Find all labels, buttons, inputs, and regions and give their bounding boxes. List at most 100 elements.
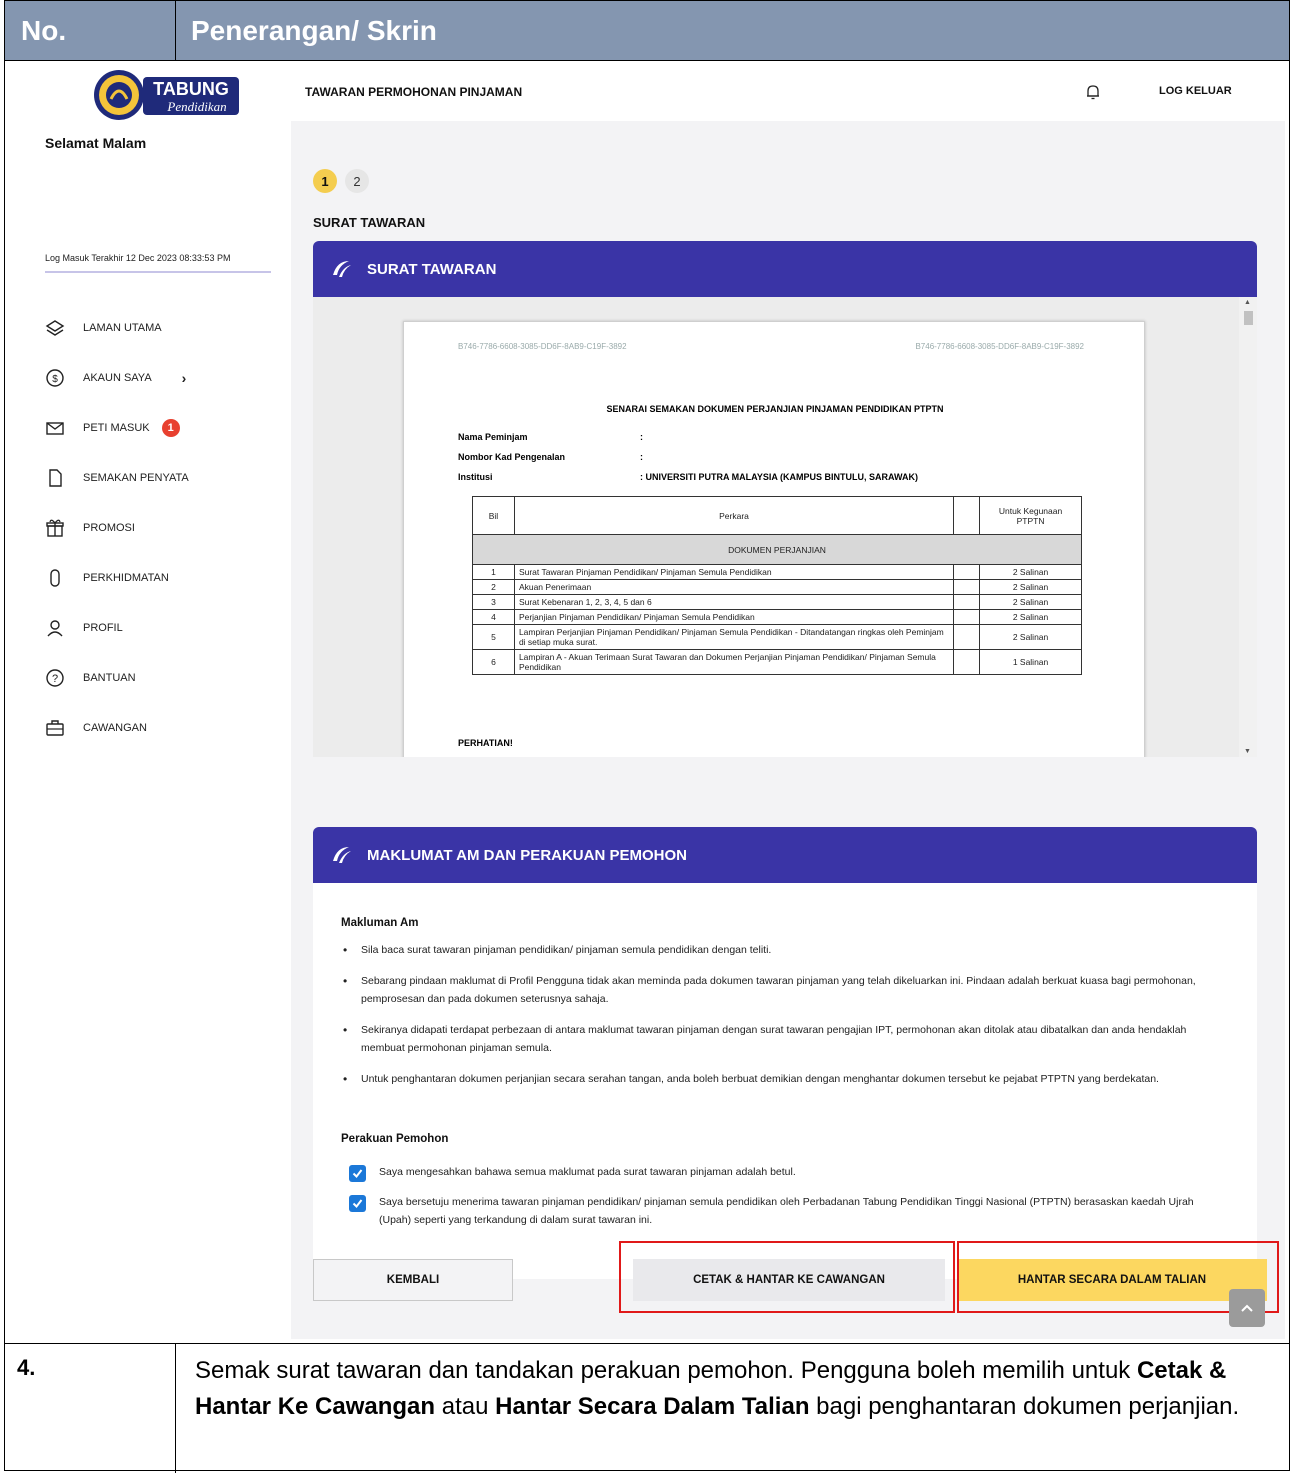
step-1[interactable]: 1 bbox=[313, 169, 337, 193]
card-title: MAKLUMAT AM DAN PERAKUAN PEMOHON bbox=[367, 846, 687, 864]
step-2[interactable]: 2 bbox=[345, 169, 369, 193]
letter-field: Institusi: UNIVERSITI PUTRA MALAYSIA (KA… bbox=[458, 472, 919, 482]
letter-code-left: B746-7786-6608-3085-DD6F-8AB9-C19F-3892 bbox=[458, 342, 627, 351]
document-header-row: No. Penerangan/ Skrin bbox=[5, 1, 1289, 61]
makluman-list: Sila baca surat tawaran pinjaman pendidi… bbox=[341, 941, 1221, 1101]
sidebar-item-akaun-saya[interactable]: $ AKAUN SAYA › bbox=[45, 353, 285, 403]
sidebar-item-promosi[interactable]: PROMOSI bbox=[45, 503, 285, 553]
section-label: SURAT TAWARAN bbox=[313, 215, 426, 230]
highlight-box-print bbox=[619, 1241, 955, 1313]
perakuan-check-1: Saya mengesahkan bahawa semua maklumat p… bbox=[349, 1163, 1219, 1182]
inbox-count-badge: 1 bbox=[161, 419, 180, 437]
sidebar-divider bbox=[45, 271, 271, 273]
header-no: No. bbox=[21, 15, 67, 46]
user-icon bbox=[45, 618, 65, 638]
sidebar-item-profil[interactable]: PROFIL bbox=[45, 603, 285, 653]
makluman-heading: Makluman Am bbox=[341, 917, 419, 929]
viewer-scrollbar[interactable]: ▲ ▼ bbox=[1239, 297, 1257, 757]
table-row: 3 Surat Kebenaran 1, 2, 3, 4, 5 dan 62 Sa… bbox=[472, 594, 1082, 610]
list-item: Sila baca surat tawaran pinjaman pendidi… bbox=[341, 941, 1221, 959]
check-label: Saya mengesahkan bahawa semua maklumat p… bbox=[379, 1166, 796, 1178]
sidebar-item-label: PERKHIDMATAN bbox=[83, 572, 169, 584]
header-desc: Penerangan/ Skrin bbox=[191, 15, 437, 46]
table-row: 2 Akuan Penerimaan 2 Salinan bbox=[472, 579, 1082, 595]
letter-field: Nombor Kad Pengenalan: bbox=[458, 452, 643, 462]
table-row: 1 Surat Tawaran Pinjaman Pendidikan/ Pinj… bbox=[472, 564, 1082, 580]
logo-text-tabung: TABUNG bbox=[153, 79, 229, 99]
tabung-pendidikan-logo: TABUNG Pendidikan bbox=[94, 70, 239, 120]
greeting: Selamat Malam bbox=[45, 135, 147, 151]
sidebar-item-perkhidmatan[interactable]: PERKHIDMATAN bbox=[45, 553, 285, 603]
scroll-down-icon[interactable]: ▼ bbox=[1244, 748, 1251, 755]
table-row: 5 Lampiran Perjanjian Pinjaman Pendidikan… bbox=[472, 624, 1082, 650]
maklumat-card-body: Makluman Am Sila baca surat tawaran pinj… bbox=[313, 883, 1257, 1279]
document-table: No. Penerangan/ Skrin TABUNG Pendidikan … bbox=[4, 0, 1290, 1473]
mouse-icon bbox=[45, 568, 65, 588]
column-divider bbox=[175, 1343, 176, 1473]
sidebar-item-label: PROMOSI bbox=[83, 522, 135, 534]
chevron-up-icon bbox=[1241, 1304, 1253, 1312]
app-screenshot: TABUNG Pendidikan Selamat Malam Log Masu… bbox=[25, 63, 1285, 1339]
chevron-right-icon: › bbox=[181, 370, 187, 386]
sidebar-item-label: AKAUN SAYA bbox=[83, 372, 152, 384]
kembali-button[interactable]: KEMBALI bbox=[313, 1259, 513, 1301]
sidebar-item-label: PROFIL bbox=[83, 622, 123, 634]
list-item: Sekiranya didapati terdapat perbezaan di… bbox=[341, 1021, 1221, 1057]
sidebar-item-label: SEMAKAN PENYATA bbox=[83, 472, 189, 484]
checkbox-checked[interactable] bbox=[349, 1195, 366, 1212]
list-item: Sebarang pindaan maklumat di Profil Peng… bbox=[341, 972, 1221, 1008]
scroll-up-icon[interactable]: ▲ bbox=[1244, 299, 1251, 306]
document-icon bbox=[45, 468, 65, 488]
main-content: 1 2 SURAT TAWARAN SURAT TAWARAN B746-778… bbox=[291, 121, 1285, 1339]
row-divider bbox=[5, 1343, 1289, 1344]
scroll-thumb[interactable] bbox=[1244, 311, 1253, 325]
perakuan-checks: Saya mengesahkan bahawa semua maklumat p… bbox=[349, 1163, 1219, 1241]
col-kegunaan: Untuk Kegunaan PTPTN bbox=[979, 496, 1082, 535]
briefcase-icon bbox=[45, 718, 65, 738]
sidebar-item-semakan-penyata[interactable]: SEMAKAN PENYATA bbox=[45, 453, 285, 503]
gift-icon bbox=[45, 518, 65, 538]
table-row: 6 Lampiran A - Akuan Terimaan Surat Tawar… bbox=[472, 649, 1082, 675]
check-icon bbox=[352, 1199, 363, 1209]
dollar-circle-icon: $ bbox=[45, 368, 65, 388]
check-label: Saya bersetuju menerima tawaran pinjaman… bbox=[379, 1196, 1194, 1226]
letter-page: B746-7786-6608-3085-DD6F-8AB9-C19F-3892 … bbox=[403, 321, 1145, 757]
logo-text-pendidikan: Pendidikan bbox=[166, 99, 226, 114]
ptptn-swoosh-icon bbox=[333, 261, 351, 277]
list-item: Untuk penghantaran dokumen perjanjian se… bbox=[341, 1070, 1221, 1088]
col-blank bbox=[953, 496, 981, 535]
sidebar-item-label: BANTUAN bbox=[83, 672, 136, 684]
logout-link[interactable]: LOG KELUAR bbox=[1159, 85, 1232, 97]
maklumat-card-header: MAKLUMAT AM DAN PERAKUAN PEMOHON bbox=[313, 827, 1257, 883]
svg-text:$: $ bbox=[52, 374, 58, 385]
checkbox-checked[interactable] bbox=[349, 1165, 366, 1182]
scroll-to-top-button[interactable] bbox=[1229, 1289, 1265, 1327]
sidebar-item-peti-masuk[interactable]: PETI MASUK 1 bbox=[45, 403, 285, 453]
surat-tawaran-card-header: SURAT TAWARAN bbox=[313, 241, 1257, 297]
svg-text:?: ? bbox=[52, 673, 58, 685]
mail-icon bbox=[45, 418, 65, 438]
layers-icon bbox=[45, 318, 65, 338]
table-row: 4 Perjanjian Pinjaman Pendidikan/ Pinjama… bbox=[472, 609, 1082, 625]
col-bil: Bil bbox=[472, 496, 515, 535]
sidebar-item-bantuan[interactable]: ? BANTUAN bbox=[45, 653, 285, 703]
letter-code-right: B746-7786-6608-3085-DD6F-8AB9-C19F-3892 bbox=[915, 342, 1084, 351]
ptptn-swoosh-icon bbox=[333, 847, 351, 863]
bell-icon[interactable] bbox=[1085, 83, 1101, 101]
check-icon bbox=[352, 1169, 363, 1179]
step-description: Semak surat tawaran dan tandakan perakua… bbox=[195, 1357, 1240, 1420]
letter-field: Nama Peminjam: bbox=[458, 432, 643, 442]
last-login: Log Masuk Terakhir 12 Dec 2023 08:33:53 … bbox=[45, 253, 231, 263]
perhatian-label: PERHATIAN! bbox=[458, 738, 513, 748]
perakuan-heading: Perakuan Pemohon bbox=[341, 1133, 449, 1145]
perakuan-check-2: Saya bersetuju menerima tawaran pinjaman… bbox=[349, 1193, 1219, 1229]
col-perkara: Perkara bbox=[513, 496, 955, 535]
page-title: TAWARAN PERMOHONAN PINJAMAN bbox=[305, 85, 523, 99]
sidebar-item-cawangan[interactable]: CAWANGAN bbox=[45, 703, 285, 753]
sidebar-nav: LAMAN UTAMA $ AKAUN SAYA › PETI MASUK 1 bbox=[45, 303, 285, 753]
group-row: DOKUMEN PERJANJIAN bbox=[472, 534, 1082, 565]
sidebar-item-laman-utama[interactable]: LAMAN UTAMA bbox=[45, 303, 285, 353]
header-divider bbox=[175, 1, 176, 61]
sidebar-item-label: CAWANGAN bbox=[83, 722, 147, 734]
letter-viewer[interactable]: B746-7786-6608-3085-DD6F-8AB9-C19F-3892 … bbox=[313, 297, 1257, 757]
